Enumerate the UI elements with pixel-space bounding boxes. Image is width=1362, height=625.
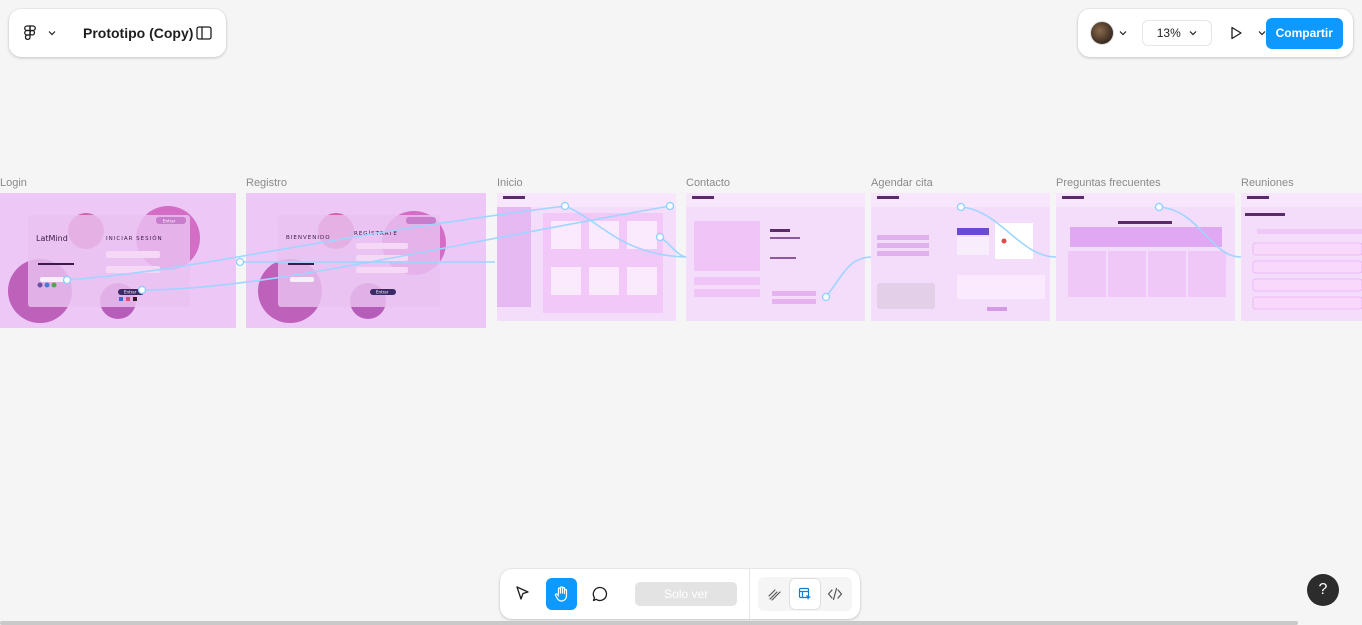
frame-agendar-cita[interactable] — [871, 193, 1050, 321]
inspect-icon — [798, 587, 812, 600]
frame-label-agendar-cita[interactable]: Agendar cita — [871, 177, 933, 189]
zoom-level: 13% — [1156, 26, 1181, 40]
chevron-down-icon — [1258, 31, 1265, 36]
frame-preguntas-frecuentes[interactable] — [1056, 193, 1235, 321]
registro-enter-button-text: Entrar — [376, 290, 389, 295]
chevron-down-icon — [47, 28, 57, 38]
move-tool-icon — [516, 586, 529, 600]
move-tool-button[interactable] — [508, 578, 538, 610]
registro-heading: BIENVENIDO — [286, 235, 331, 241]
mode-switcher — [758, 577, 853, 611]
zoom-dropdown[interactable]: 13% — [1142, 20, 1212, 46]
bottom-toolbar: Solo ver — [500, 569, 860, 619]
agendar-cita-frame-preview — [871, 193, 1050, 311]
user-menu-button[interactable] — [1090, 21, 1128, 45]
reuniones-frame-preview — [1241, 193, 1362, 310]
chevron-down-icon — [1118, 28, 1128, 38]
document-title[interactable]: Prototipo (Copy) — [83, 25, 193, 41]
inicio-frame-preview — [497, 193, 676, 313]
frame-label-reuniones[interactable]: Reuniones — [1241, 177, 1294, 189]
login-top-button-text: Entrar — [163, 219, 176, 224]
inspect-mode-button[interactable] — [790, 579, 821, 609]
contacto-frame-preview — [686, 193, 865, 304]
registro-frame-preview: BIENVENIDO REGÍSTRATE Entrar — [258, 211, 446, 323]
hand-tool-icon — [554, 586, 567, 602]
frame-label-contacto[interactable]: Contacto — [686, 177, 730, 189]
annotate-icon — [768, 589, 781, 601]
main-menu-button[interactable] — [21, 24, 57, 42]
share-panel: 13% Compartir — [1078, 9, 1353, 57]
frame-login[interactable]: Entrar LatMind INICIAR SESIÓN Entrar — [0, 193, 236, 328]
horizontal-scrollbar[interactable] — [0, 621, 1298, 625]
present-button[interactable] — [1228, 25, 1266, 41]
avatar — [1090, 21, 1114, 45]
play-icon — [1230, 26, 1242, 40]
figma-logo-icon — [24, 25, 36, 40]
file-menu-panel: Prototipo (Copy) — [9, 9, 226, 57]
toolbar-divider — [749, 569, 751, 619]
preguntas-frame-preview — [1056, 193, 1235, 297]
dev-mode-button[interactable] — [820, 579, 850, 609]
frame-label-preguntas-frecuentes[interactable]: Preguntas frecuentes — [1056, 177, 1161, 189]
frame-registro[interactable]: BIENVENIDO REGÍSTRATE Entrar — [246, 193, 486, 328]
sidebar-toggle-icon — [196, 26, 212, 40]
frame-label-inicio[interactable]: Inicio — [497, 177, 523, 189]
login-enter-button-text: Entrar — [124, 290, 137, 295]
comment-icon — [592, 586, 608, 602]
registro-heading-2: REGÍSTRATE — [354, 230, 398, 237]
chevron-down-icon — [1189, 31, 1197, 36]
login-logo: LatMind — [36, 234, 68, 243]
share-button[interactable]: Compartir — [1265, 17, 1343, 49]
frame-label-login[interactable]: Login — [0, 177, 27, 189]
frame-label-registro[interactable]: Registro — [246, 177, 287, 189]
code-icon — [827, 587, 843, 601]
hand-tool-button[interactable] — [546, 578, 577, 610]
frame-inicio[interactable] — [497, 193, 676, 321]
frame-reuniones[interactable] — [1241, 193, 1362, 321]
login-heading: INICIAR SESIÓN — [106, 235, 163, 242]
help-button[interactable]: ? — [1307, 574, 1339, 606]
annotate-mode-button[interactable] — [760, 579, 790, 609]
sidebar-toggle-button[interactable] — [194, 23, 214, 43]
login-frame-preview: Entrar LatMind INICIAR SESIÓN Entrar — [8, 206, 200, 323]
view-only-badge: Solo ver — [635, 582, 738, 606]
frame-contacto[interactable] — [686, 193, 865, 321]
comment-button[interactable] — [585, 578, 615, 610]
